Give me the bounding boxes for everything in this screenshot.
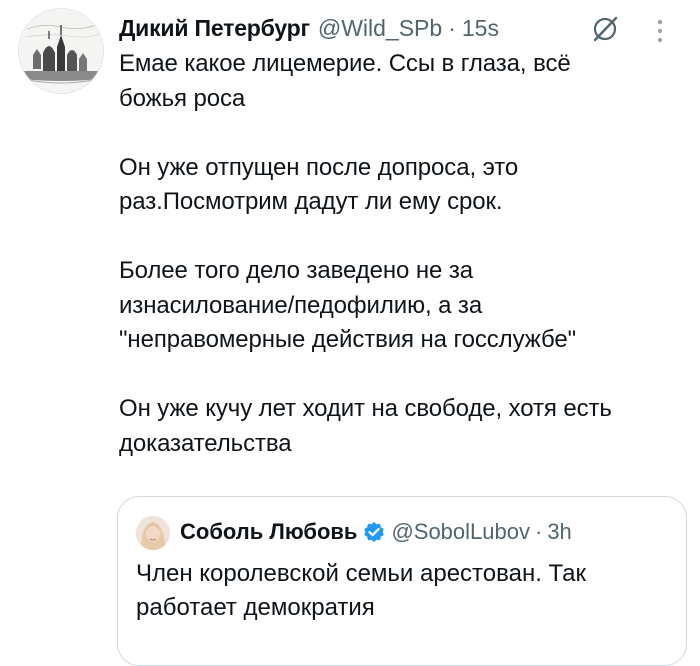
quoted-tweet-timestamp[interactable]: 3h bbox=[547, 519, 571, 545]
tweet-paragraph: Он уже кучу лет ходит на свободе, хотя е… bbox=[119, 395, 612, 457]
quoted-tweet-header: Соболь Любовь @SobolLubov · 3h bbox=[180, 513, 572, 551]
person-avatar-icon bbox=[136, 516, 170, 550]
quoted-header-separator: · bbox=[534, 519, 543, 544]
tweet-timestamp[interactable]: 15s bbox=[462, 15, 499, 42]
quoted-author-avatar[interactable] bbox=[136, 516, 170, 550]
author-handle[interactable]: @Wild_SPb bbox=[318, 15, 442, 42]
tweet-text: Емае какое лицемерие. Ссы в глаза, всё б… bbox=[119, 47, 689, 461]
quoted-author-name[interactable]: Соболь Любовь bbox=[180, 519, 357, 545]
city-skyline-avatar-icon bbox=[19, 9, 103, 93]
author-name[interactable]: Дикий Петербург bbox=[119, 15, 310, 42]
tweet-paragraph: Он уже отпущен после допроса, это раз.По… bbox=[119, 153, 519, 216]
quoted-author-handle[interactable]: @SobolLubov bbox=[391, 519, 530, 545]
verified-badge-icon bbox=[364, 522, 385, 542]
tweet-header: Дикий Петербург @Wild_SPb · 15s bbox=[119, 8, 499, 48]
quoted-tweet-text: Член королевской семьи арестован. Так ра… bbox=[136, 560, 586, 621]
tweet[interactable]: Дикий Петербург @Wild_SPb · 15s Емае как… bbox=[0, 0, 700, 666]
author-avatar[interactable] bbox=[18, 8, 104, 94]
tweet-paragraph: Емае какое лицемерие. Ссы в глаза, всё б… bbox=[119, 50, 571, 112]
grok-slash-circle-icon[interactable] bbox=[590, 14, 620, 44]
quoted-tweet[interactable]: Соболь Любовь @SobolLubov · 3h Член коро… bbox=[117, 496, 687, 666]
more-vertical-icon[interactable] bbox=[656, 18, 664, 44]
tweet-paragraph: Более того дело заведено не за изнасилов… bbox=[119, 257, 577, 353]
header-separator: · bbox=[448, 14, 456, 41]
